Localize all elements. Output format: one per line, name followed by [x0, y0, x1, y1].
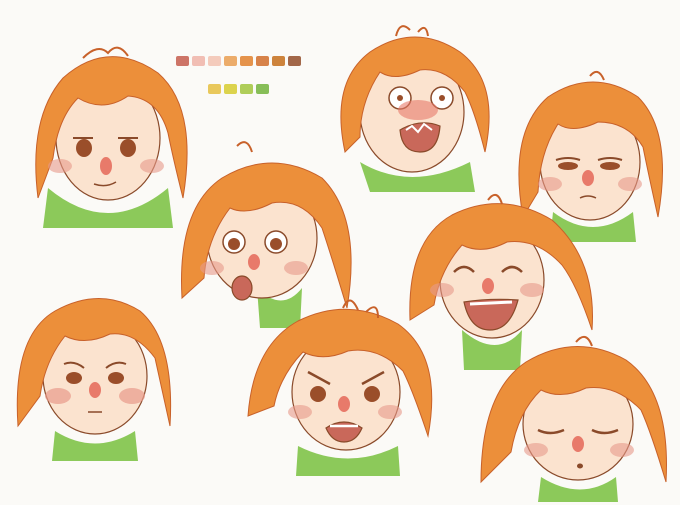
head-angry: [238, 296, 448, 476]
color-swatch: [256, 84, 269, 94]
color-swatch: [224, 56, 237, 66]
color-palette-row-2: [208, 84, 269, 94]
color-swatch: [272, 56, 285, 66]
color-swatch: [224, 84, 237, 94]
head-sleepy: [476, 332, 676, 502]
color-swatch: [208, 56, 221, 66]
color-swatch: [240, 84, 253, 94]
character-expression-sheet: [0, 0, 680, 505]
color-swatch: [256, 56, 269, 66]
color-swatch: [240, 56, 253, 66]
head-sad: [10, 286, 180, 461]
color-swatch: [208, 84, 221, 94]
